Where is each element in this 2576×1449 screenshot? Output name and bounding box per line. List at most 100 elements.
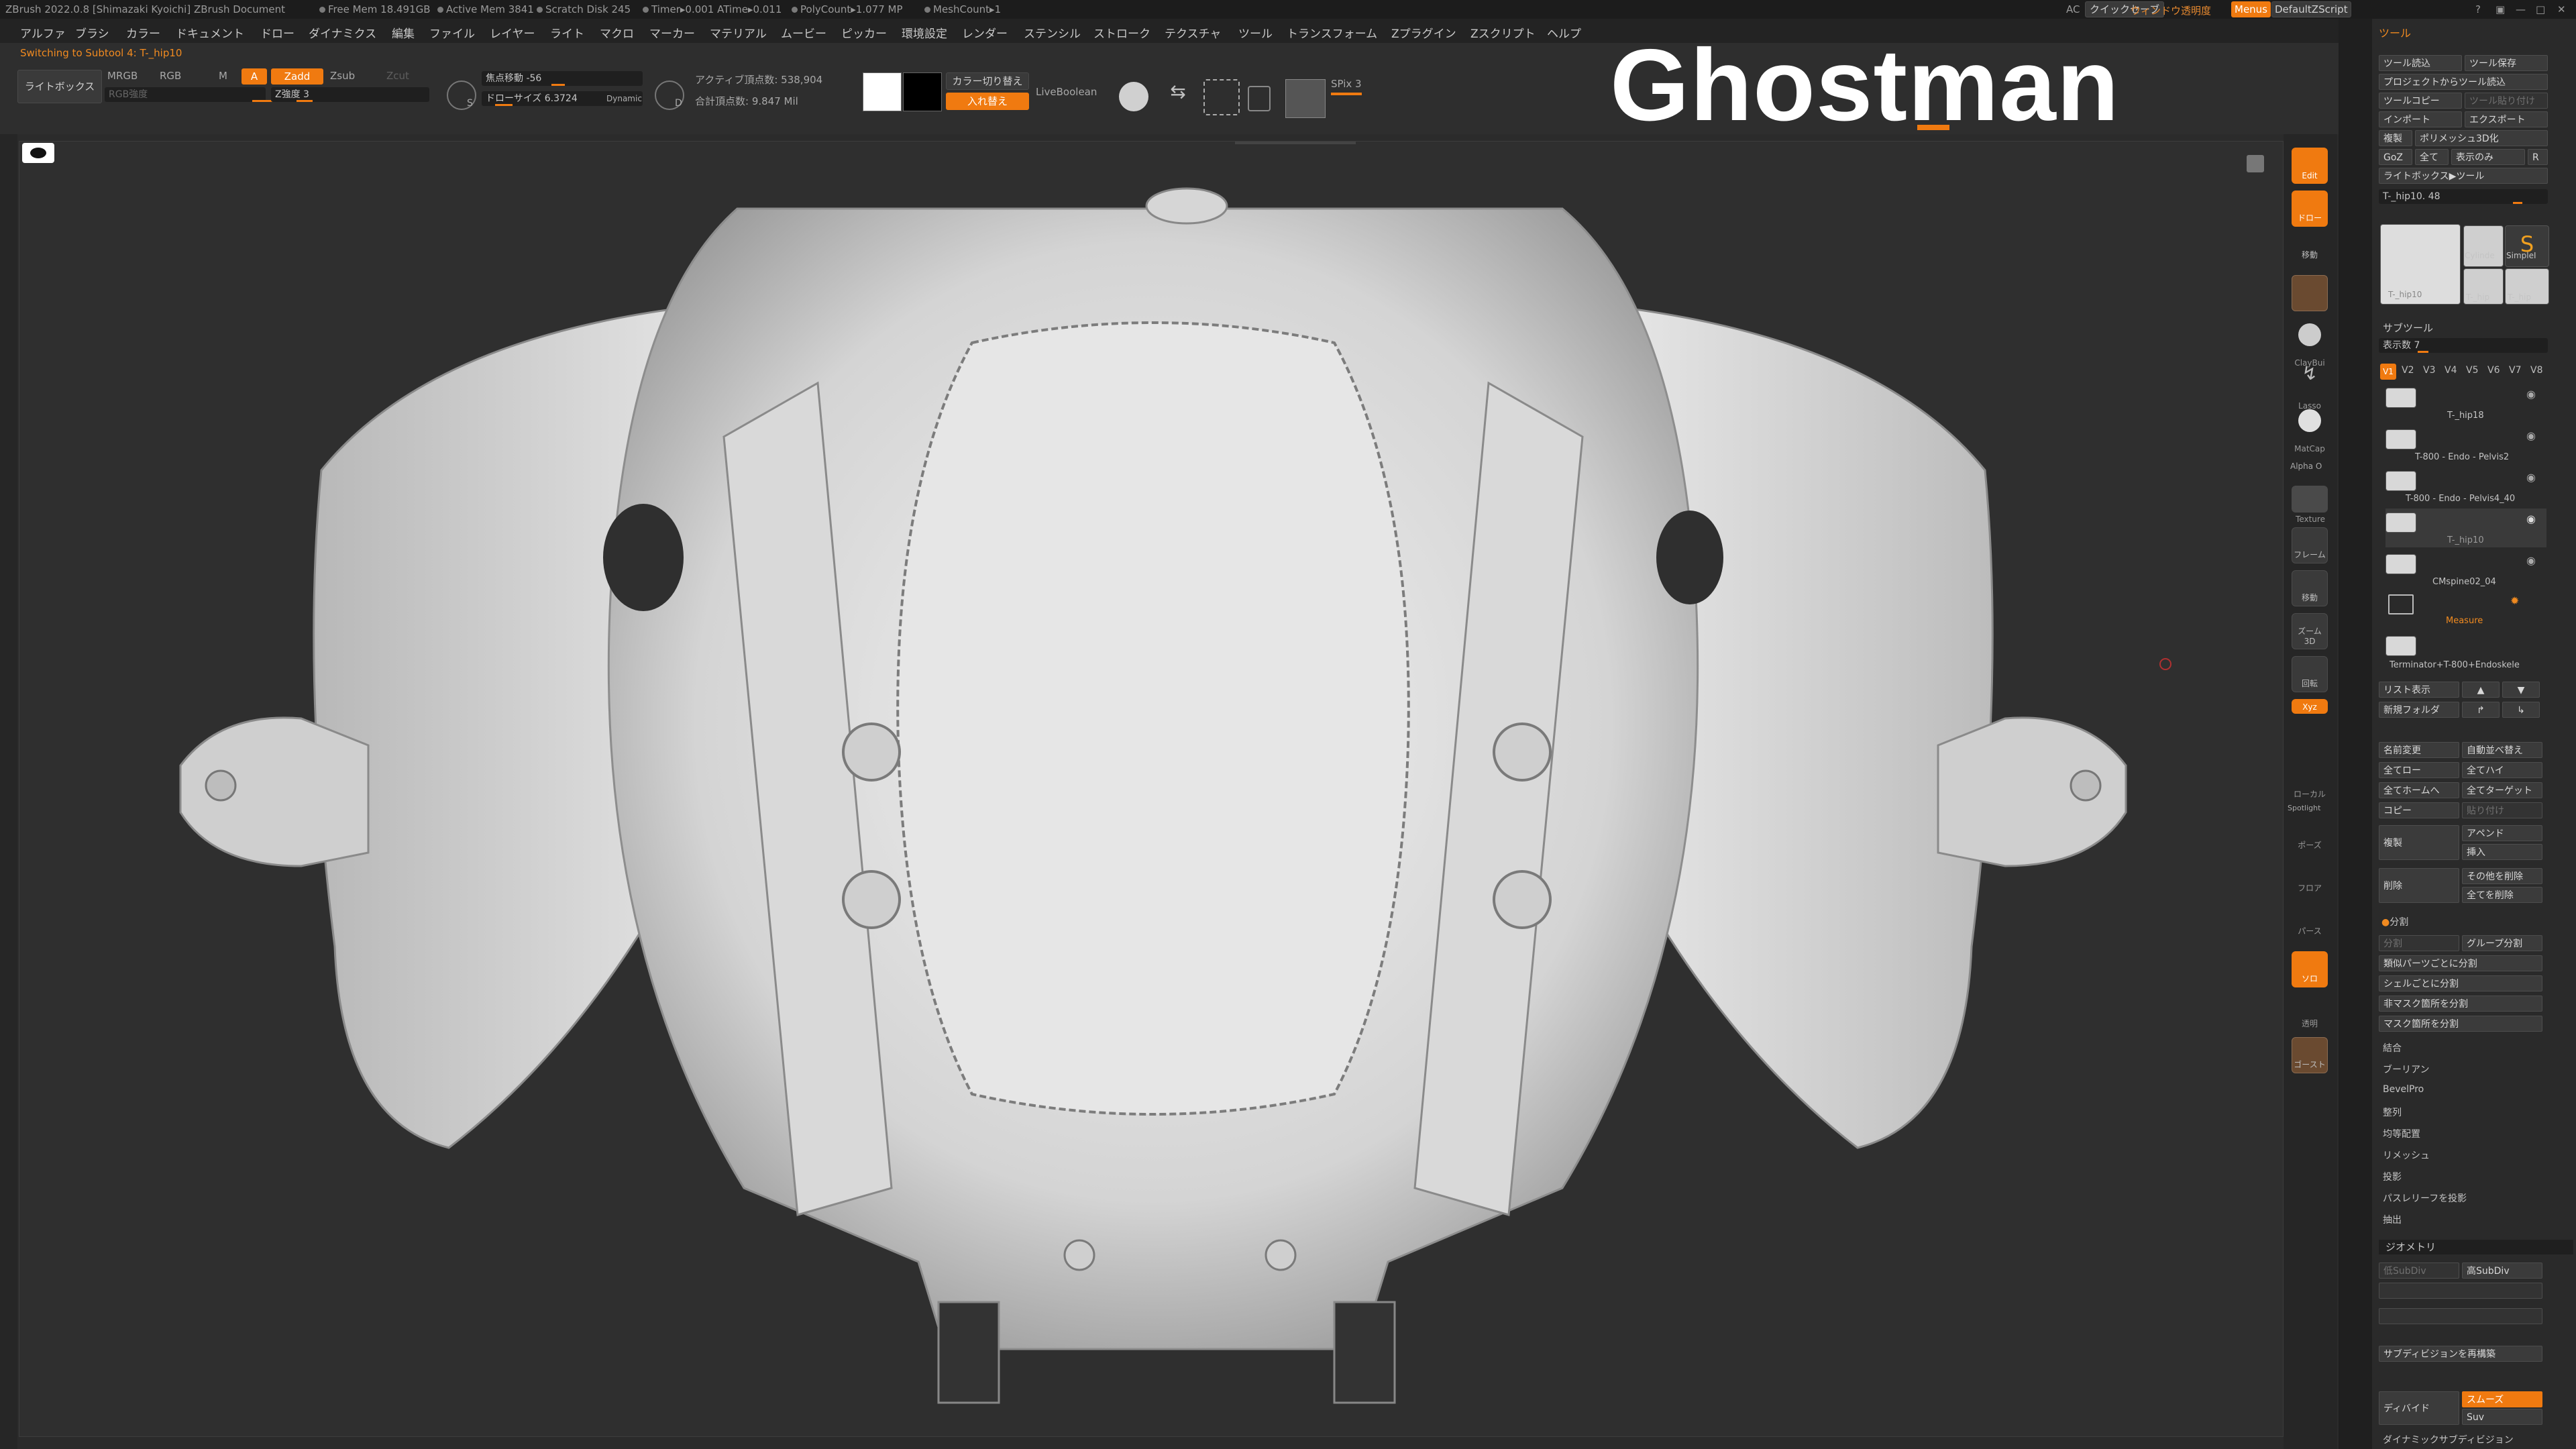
local-symmetry-button[interactable]: ローカル (2292, 765, 2328, 801)
new-folder-button[interactable]: 新規フォルダ (2379, 702, 2459, 718)
menu-macro[interactable]: マクロ (600, 24, 634, 41)
window-transparency-toggle[interactable]: ウィンドウ透明度 (2131, 3, 2211, 17)
menu-edit[interactable]: 編集 (392, 24, 415, 41)
subtool-item[interactable]: T-_hip18 ◉ (2385, 384, 2546, 423)
menu-material[interactable]: マテリアル (710, 24, 767, 41)
perspective-button[interactable]: パース (2292, 902, 2328, 938)
subtool-item[interactable]: CMspine02_04 ◉ (2385, 550, 2546, 589)
menu-light[interactable]: ライト (550, 24, 584, 41)
subtool-item[interactable]: Terminator+T-800+Endoskele (2385, 633, 2546, 672)
close-icon[interactable]: ✕ (2557, 3, 2566, 15)
subtool-section-header[interactable]: サブツール (2383, 321, 2433, 335)
color-switch-button[interactable]: カラー切り替え (946, 72, 1029, 90)
eye-icon[interactable]: ◉ (2526, 429, 2536, 442)
minimize-icon[interactable]: — (2516, 3, 2526, 15)
layout-icon[interactable]: ▣ (2496, 3, 2505, 15)
all-high-button[interactable]: 全てハイ (2462, 762, 2542, 778)
clone-button[interactable]: 複製 (2379, 130, 2412, 146)
dynamic-toggle[interactable]: Dynamic (606, 91, 642, 106)
rgb-intensity-slider[interactable]: RGB強度 (105, 87, 279, 102)
load-tool-button[interactable]: ツール読込 (2379, 55, 2462, 71)
menu-draw[interactable]: ドロー (260, 24, 294, 41)
split-unmasked-button[interactable]: 非マスク箇所を分割 (2379, 996, 2542, 1012)
eye-icon[interactable]: ◉ (2526, 554, 2536, 567)
import-button[interactable]: インポート (2379, 111, 2462, 127)
distribute-section[interactable]: 均等配置 (2383, 1127, 2420, 1140)
copy-tool-button[interactable]: ツールコピー (2379, 93, 2462, 109)
maximize-icon[interactable]: □ (2536, 3, 2545, 15)
paste-subtool-button[interactable]: 貼り付け (2462, 802, 2542, 818)
all-to-target-button[interactable]: 全てターゲット (2462, 782, 2542, 798)
default-zscript-button[interactable]: DefaultZScript (2271, 1, 2351, 17)
lower-subdiv-button[interactable]: 低SubDiv (2379, 1263, 2459, 1279)
visible-only-button[interactable]: 表示のみ (2451, 149, 2525, 165)
r-button[interactable]: R (2528, 149, 2548, 165)
lock-icon[interactable] (1248, 86, 1271, 111)
version-v4[interactable]: V4 (2445, 365, 2457, 376)
group-split-button[interactable]: グループ分割 (2462, 935, 2542, 951)
gear-icon[interactable]: ✹ (2510, 594, 2519, 607)
version-v1[interactable]: V1 (2380, 364, 2396, 380)
transparent-button[interactable]: 透明 (2292, 994, 2328, 1030)
alpha-off-label[interactable]: Alpha O (2290, 462, 2322, 471)
eye-icon[interactable]: ◉ (2526, 388, 2536, 400)
delete-all-button[interactable]: 全てを削除 (2462, 887, 2542, 903)
extract-section[interactable]: 抽出 (2383, 1213, 2402, 1226)
subtool-item-selected[interactable]: T-_hip10 ◉ (2385, 508, 2546, 547)
zcut-button[interactable]: Zcut (386, 70, 409, 82)
menu-document[interactable]: ドキュメント (176, 24, 244, 41)
menu-help[interactable]: ヘルプ (1547, 24, 1581, 41)
paste-tool-button[interactable]: ツール貼り付け (2465, 93, 2548, 109)
ghost-button[interactable]: ゴースト (2292, 1037, 2328, 1073)
floor-button[interactable]: フロア (2292, 859, 2328, 895)
higher-subdiv-button[interactable]: 高SubDiv (2462, 1263, 2542, 1279)
rotate-button[interactable]: 回転 (2292, 656, 2328, 692)
zoom3d-button[interactable]: ズーム3D (2292, 613, 2328, 649)
insert-button[interactable]: 挿入 (2462, 844, 2542, 860)
visible-count-slider[interactable]: 表示数 7 (2379, 338, 2548, 353)
goz-button[interactable]: GoZ (2379, 149, 2412, 165)
menu-movie[interactable]: ムービー (781, 24, 826, 41)
matcap-material-icon[interactable]: MatCap (2292, 405, 2328, 453)
split-similar-parts-button[interactable]: 類似パーツごとに分割 (2379, 955, 2542, 971)
menu-marker[interactable]: マーカー (649, 24, 695, 41)
split-section-header[interactable]: ●分割 (2381, 915, 2408, 928)
material-preview-icon[interactable] (1285, 79, 1326, 118)
version-v3[interactable]: V3 (2423, 365, 2435, 376)
frame-button[interactable]: フレーム (2292, 527, 2328, 564)
move-down-icon[interactable]: ↳ (2502, 702, 2540, 718)
lightbox-tools-button[interactable]: ライトボックス▶ツール (2379, 168, 2548, 184)
divide-button[interactable]: ディバイド (2379, 1391, 2459, 1425)
menu-color[interactable]: カラー (126, 24, 160, 41)
menus-toggle[interactable]: Menus (2231, 1, 2271, 17)
trash-icon[interactable] (2247, 155, 2264, 172)
brush-preview-icon[interactable] (2292, 275, 2328, 311)
tool-palette-header[interactable]: ツール (2379, 24, 2411, 40)
zsub-button[interactable]: Zsub (330, 70, 355, 82)
dynamesh-icon[interactable]: ⇆ (1161, 80, 1195, 113)
menu-stencil[interactable]: ステンシル (1024, 24, 1081, 41)
sculptris-icon[interactable] (1119, 82, 1148, 111)
tool-thumb-cylinder[interactable] (2463, 225, 2504, 267)
goz-all-button[interactable]: 全て (2415, 149, 2449, 165)
delete-button[interactable]: 削除 (2379, 868, 2459, 903)
zremesher-icon[interactable] (1203, 79, 1240, 115)
version-v7[interactable]: V7 (2509, 365, 2521, 376)
z-intensity-slider[interactable]: Z強度 3 (271, 87, 429, 102)
xyz-toggle[interactable]: Xyz (2292, 699, 2328, 714)
smooth-toggle[interactable]: スムーズ (2462, 1391, 2542, 1407)
suv-toggle[interactable]: Suv (2462, 1409, 2542, 1425)
dynamic-subdiv-section[interactable]: ダイナミックサブディビジョン (2383, 1433, 2514, 1446)
merge-section[interactable]: 結合 (2383, 1041, 2402, 1055)
spotlight-label[interactable]: Spotlight (2288, 804, 2320, 812)
live-boolean-button[interactable]: LiveBoolean (1036, 86, 1097, 98)
project-bas-relief-section[interactable]: パスレリーフを投影 (2383, 1191, 2467, 1205)
secondary-color-swatch[interactable] (903, 72, 942, 111)
draw-button[interactable]: ドロー (2292, 191, 2328, 227)
all-low-button[interactable]: 全てロー (2379, 762, 2459, 778)
split-button[interactable]: 分割 (2379, 935, 2459, 951)
arrow-up-icon[interactable]: ▲ (2462, 682, 2500, 698)
duplicate-button[interactable]: 複製 (2379, 825, 2459, 860)
menu-picker[interactable]: ピッカー (841, 24, 887, 41)
version-v5[interactable]: V5 (2466, 365, 2478, 376)
